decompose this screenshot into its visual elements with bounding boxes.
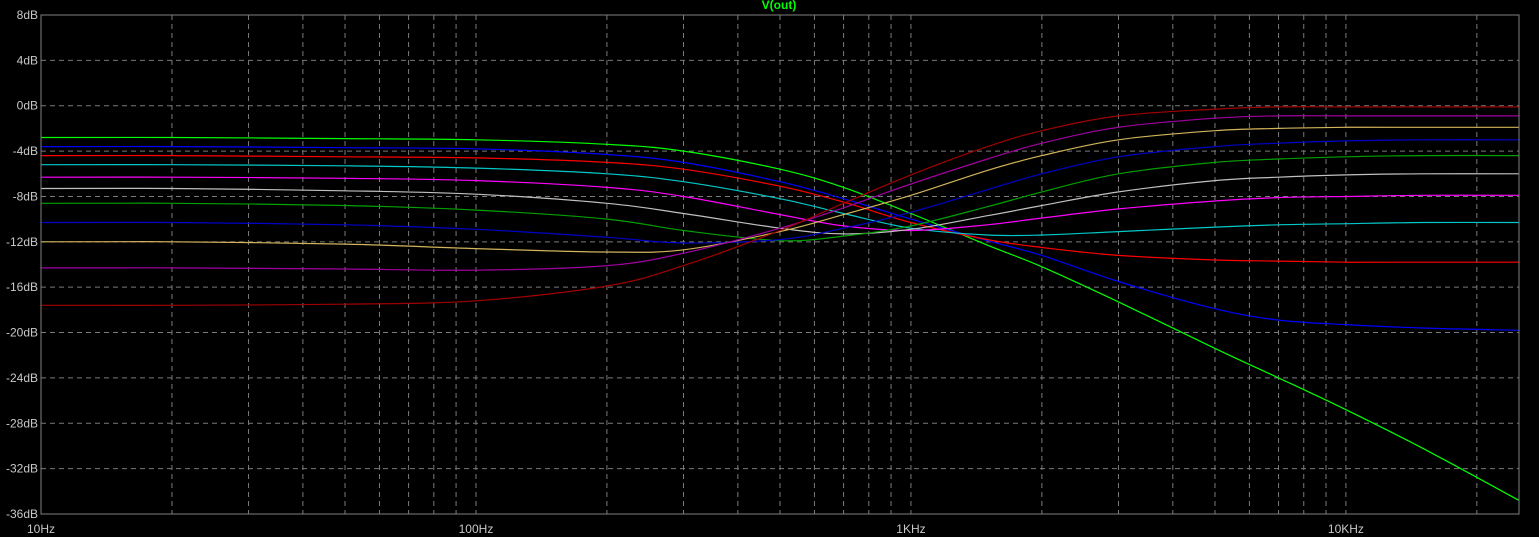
y-tick-label: -28dB xyxy=(6,416,38,430)
y-tick-label: -16dB xyxy=(6,280,38,294)
x-tick-label: 10Hz xyxy=(27,522,55,536)
y-tick-label: -24dB xyxy=(6,371,38,385)
y-tick-label: -12dB xyxy=(6,235,38,249)
y-tick-label: 8dB xyxy=(17,8,38,22)
y-tick-label: 4dB xyxy=(17,53,38,67)
y-tick-label: 0dB xyxy=(17,99,38,113)
y-tick-label: -36dB xyxy=(6,507,38,521)
x-tick-label: 10KHz xyxy=(1328,522,1364,536)
y-tick-label: -8dB xyxy=(13,189,38,203)
x-tick-label: 100Hz xyxy=(459,522,494,536)
y-tick-label: -4dB xyxy=(13,144,38,158)
chart-title: V(out) xyxy=(762,0,797,12)
y-tick-label: -32dB xyxy=(6,462,38,476)
y-tick-label: -20dB xyxy=(6,326,38,340)
x-tick-label: 1KHz xyxy=(896,522,925,536)
bode-plot: V(out) 8dB 4dB 0dB -4dB -8dB -12dB -16dB -20dB -… xyxy=(0,0,1539,537)
